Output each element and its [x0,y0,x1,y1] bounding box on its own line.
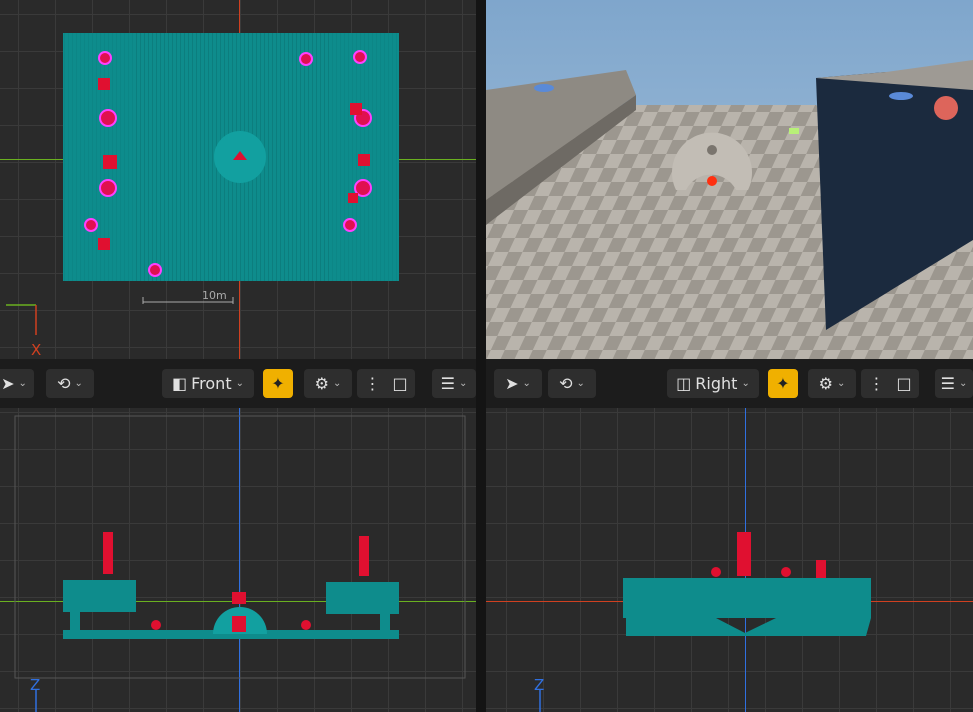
realtime-icon: ✦ [271,374,285,393]
chevron-down-icon: ⌄ [18,378,27,389]
settings-icon: ⚙ [314,374,329,393]
right-viewport[interactable]: Z [486,408,973,712]
axis-label-z: Z [534,676,545,694]
more-icon[interactable]: ⋮ [868,374,884,393]
chevron-down-icon: ⌄ [74,378,83,389]
chevron-down-icon: ⌄ [836,378,846,389]
snap-icon: ⟲ [559,374,573,393]
view-mode-icon: ◫ [676,374,692,393]
front-viewport[interactable]: Z [0,408,476,712]
realtime-icon: ✦ [776,374,790,393]
snap-icon: ⟲ [57,374,71,393]
scale-label: 10m [202,289,227,302]
select-mode-button[interactable]: ➤ ⌄ [0,369,34,398]
select-icon: ➤ [1,374,15,393]
view-mode-dropdown[interactable]: ◧ Front ⌄ [162,369,254,398]
chevron-down-icon: ⌄ [576,378,585,389]
snap-button[interactable]: ⟲ ⌄ [46,369,94,398]
view-mode-label: Front [191,374,232,393]
settings-button[interactable]: ⚙ ⌄ [304,369,352,398]
chevron-down-icon: ⌄ [958,378,968,389]
view-mode-dropdown[interactable]: ◫ Right ⌄ [667,369,759,398]
menu-button[interactable]: ☰ ⌄ [432,369,476,398]
chevron-down-icon: ⌄ [741,378,750,389]
right-scene [539,532,871,712]
select-icon: ➤ [505,374,519,393]
dome-light [707,176,717,186]
front-viewport-toolbar: ➤ ⌄ ⟲ ⌄ ◧ Front ⌄ ✦ ⚙ ⌄ ⋮ □ ☰ ⌄ [0,359,476,408]
maximize-icon[interactable]: □ [896,374,911,393]
perspective-scene [486,0,973,359]
view-mode-label: Right [695,374,738,393]
floor-mesh [623,578,871,618]
perspective-viewport[interactable] [486,0,973,359]
right-viewport-toolbar: ➤ ⌄ ⟲ ⌄ ◫ Right ⌄ ✦ ⚙ ⌄ ⋮ □ ☰ ⌄ [486,359,973,408]
select-mode-button[interactable]: ➤ ⌄ [494,369,542,398]
chevron-down-icon: ⌄ [458,378,468,389]
menu-button[interactable]: ☰ ⌄ [935,369,973,398]
realtime-button[interactable]: ✦ [263,369,293,398]
light-markers [711,532,826,578]
viewport-separator [476,0,486,712]
chevron-down-icon: ⌄ [522,378,531,389]
axis-label-x: X [31,341,42,359]
menu-icon: ☰ [940,374,955,393]
chevron-down-icon: ⌄ [235,378,244,389]
view-options-group: ⋮ □ [357,369,415,398]
view-options-group: ⋮ □ [861,369,919,398]
realtime-button[interactable]: ✦ [768,369,798,398]
snap-button[interactable]: ⟲ ⌄ [548,369,596,398]
axis-label-z: Z [30,676,41,694]
menu-icon: ☰ [440,374,455,393]
maximize-icon[interactable]: □ [392,374,407,393]
top-viewport[interactable]: 10m X [0,0,476,359]
chevron-down-icon: ⌄ [332,378,342,389]
top-scene [6,33,399,335]
front-scene [14,415,466,712]
settings-icon: ⚙ [818,374,833,393]
settings-button[interactable]: ⚙ ⌄ [808,369,856,398]
more-icon[interactable]: ⋮ [364,374,380,393]
view-mode-icon: ◧ [172,374,188,393]
